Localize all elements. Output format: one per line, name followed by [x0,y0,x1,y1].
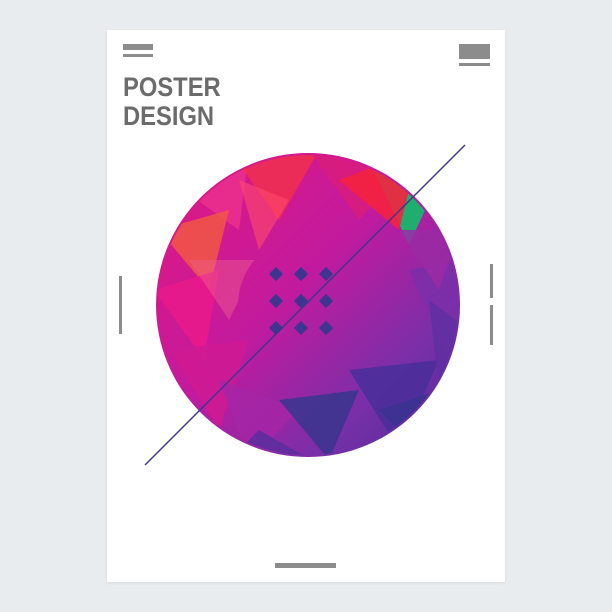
ring-shape [156,153,460,457]
diamond-grid [268,266,334,336]
lowpoly-ring-graphic [144,144,466,466]
poster-sheet: POSTER DESIGN [107,30,505,582]
